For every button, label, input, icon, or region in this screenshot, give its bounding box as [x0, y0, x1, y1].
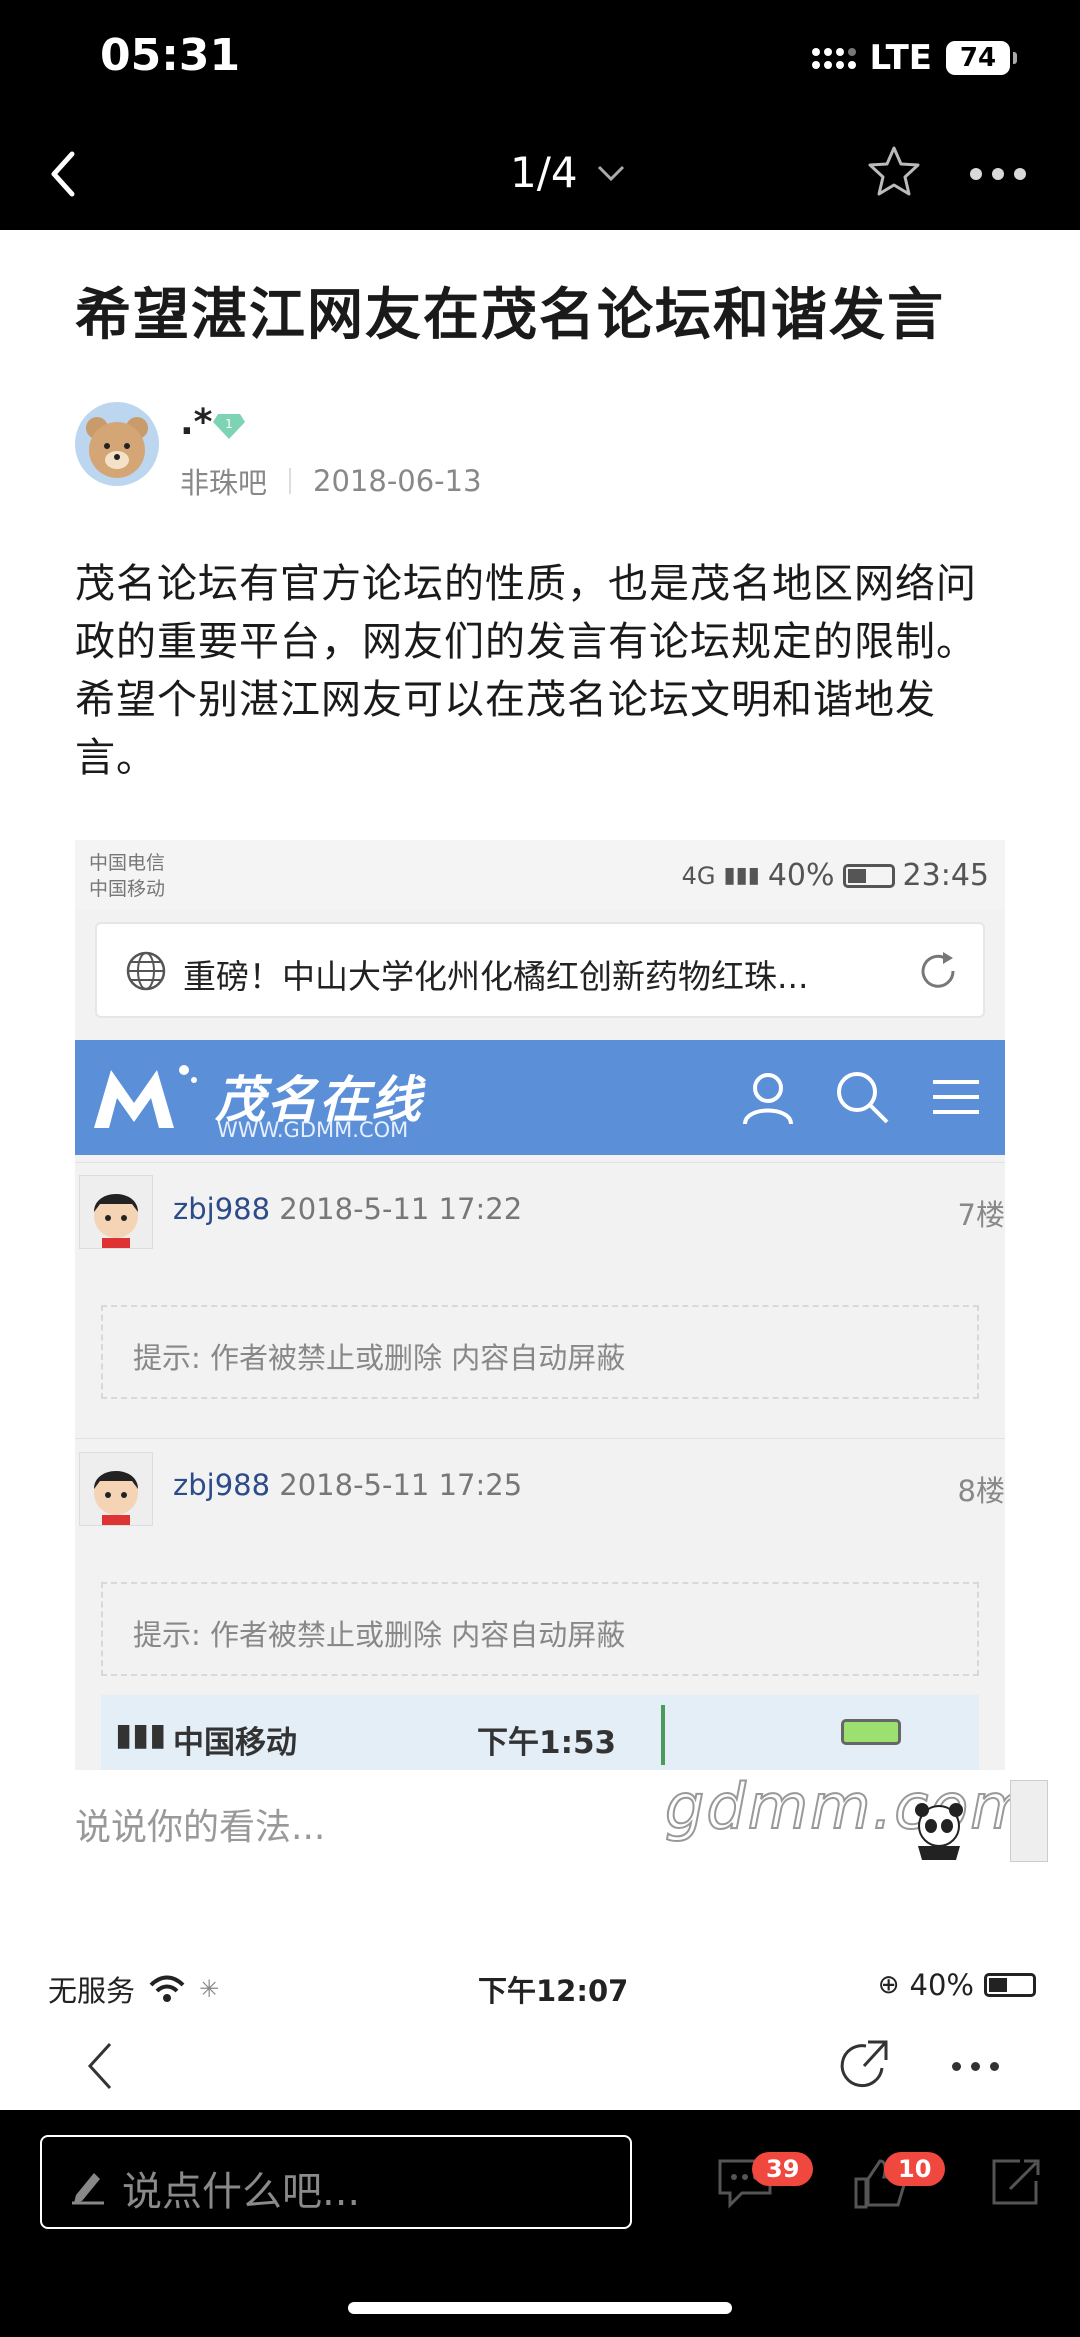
back-arrow-icon[interactable]: [42, 146, 92, 202]
post-floor: 7楼: [957, 1198, 1005, 1232]
avatar[interactable]: [75, 402, 159, 486]
post-divider: [75, 1438, 1005, 1439]
inner-back-icon[interactable]: [80, 2038, 120, 2094]
post-floor: 8楼: [957, 1474, 1005, 1508]
panda-emoji-icon: [915, 1803, 963, 1860]
share-arrow-icon[interactable]: [836, 2038, 892, 2094]
strip-battery-icon: [841, 1719, 901, 1745]
search-icon: [837, 1072, 889, 1124]
inner-nav-bar: [0, 2020, 1080, 2110]
site-logo-icon: [94, 1065, 197, 1128]
battery-icon: 74: [946, 41, 1017, 75]
inner-status-bar: 无服务 ✳ 下午12:07 ⊕ 40%: [0, 1960, 1080, 2020]
embedded-signal-icon: ▮▮▮: [723, 863, 760, 888]
post-user: zbj988 2018-5-11 17:22: [173, 1192, 522, 1226]
embedded-screenshot-image[interactable]: 中国电信 中国移动 4G ▮▮▮ 40% 23:45 重磅！中山大学化州化橘红创…: [75, 840, 1005, 1790]
wifi-icon: [149, 1975, 185, 2002]
embedded-battery-percent: 40%: [767, 858, 835, 893]
post-username: zbj988: [173, 1192, 271, 1226]
comment-count-badge: 39: [752, 2152, 814, 2186]
status-right: LTE 74: [811, 38, 1017, 78]
deleted-notice: 提示: 作者被禁止或删除 内容自动屏蔽: [101, 1582, 979, 1676]
article-content: 希望湛江网友在茂名论坛和谐发言 .* 1 非珠吧 2018-06-13 茂名论坛…: [0, 230, 1080, 2110]
status-bar: 05:31 LTE 74: [0, 0, 1080, 120]
inner-status-right: ⊕ 40%: [878, 1968, 1036, 2002]
user-icon: [743, 1073, 793, 1125]
post-avatar: [79, 1452, 153, 1526]
notice-text: 提示: 作者被禁止或删除 内容自动屏蔽: [133, 1618, 626, 1652]
inner-status-time: 下午12:07: [478, 1974, 629, 2008]
comment-input[interactable]: 说点什么吧...: [40, 2135, 632, 2229]
embedded-url-bar: 重磅！中山大学化州化橘红创新药物红珠...: [95, 922, 985, 1018]
embedded-battery-icon: [842, 863, 895, 888]
strip-time: 下午1:53: [477, 1725, 617, 1761]
menu-icon: [933, 1080, 979, 1114]
thumbnail-image[interactable]: [1010, 1780, 1048, 1862]
comment-prompt-area[interactable]: 说说你的看法... gdmm.com: [0, 1769, 1080, 1890]
page-indicator[interactable]: 1/4: [510, 148, 626, 197]
comment-prompt[interactable]: 说说你的看法...: [75, 1798, 325, 1850]
strip-signal-icon: ▮▮▮: [115, 1717, 167, 1753]
input-placeholder: 说点什么吧...: [122, 2169, 361, 2215]
embedded-site-header: 茂名在线 WWW.GDMM.COM: [75, 1040, 1005, 1155]
post-date: 2018-06-13: [313, 464, 482, 498]
inner-more-icon[interactable]: [952, 2062, 999, 2071]
post-divider: [75, 1162, 1005, 1163]
article-body: 茂名论坛有官方论坛的性质，也是茂名地区网络问政的重要平台，网友们的发言有论坛规定…: [75, 561, 977, 781]
post-user: zbj988 2018-5-11 17:25: [173, 1468, 522, 1502]
embedded-carriers: 中国电信 中国移动: [89, 850, 165, 902]
watermark: gdmm.com: [664, 1769, 1033, 1844]
carrier-2: 中国移动: [89, 878, 166, 900]
forum-name[interactable]: 非珠吧: [180, 460, 267, 502]
service-label: 无服务: [48, 1974, 136, 2008]
network-type: LTE: [869, 38, 932, 78]
embedded-status-right: 4G ▮▮▮ 40% 23:45: [682, 858, 989, 893]
page-indicator-label: 1/4: [510, 148, 578, 197]
globe-icon: [126, 951, 166, 991]
reload-icon: [921, 952, 955, 988]
deleted-notice: 提示: 作者被禁止或删除 内容自动屏蔽: [101, 1305, 979, 1399]
pen-icon: [72, 2173, 104, 2205]
post-time: 2018-5-11 17:25: [279, 1468, 523, 1502]
post-avatar: [79, 1175, 153, 1249]
carrier-1: 中国电信: [89, 852, 166, 874]
status-time: 05:31: [100, 30, 241, 81]
notice-text: 提示: 作者被禁止或删除 内容自动屏蔽: [133, 1341, 626, 1375]
article-title: 希望湛江网友在茂名论坛和谐发言: [75, 283, 945, 348]
rotation-lock-icon: ⊕: [877, 1970, 900, 2000]
post-time: 2018-5-11 17:22: [279, 1192, 523, 1226]
like-count-badge: 10: [884, 2152, 946, 2186]
post-username: zbj988: [173, 1468, 271, 1502]
loading-icon: ✳: [199, 1975, 220, 2003]
more-icon[interactable]: [970, 168, 1026, 180]
star-icon[interactable]: [866, 144, 922, 200]
nav-bar: 1/4: [0, 120, 1080, 230]
signal-icon: [811, 47, 856, 69]
level-badge-icon: 1: [213, 414, 245, 439]
chevron-down-icon: [597, 165, 624, 181]
article-meta: 非珠吧 2018-06-13: [180, 460, 482, 502]
site-header-icons: [739, 1068, 985, 1126]
embedded-second-status-strip: ▮▮▮ 中国移动 下午1:53: [101, 1695, 979, 1775]
author-name[interactable]: .*: [180, 402, 213, 443]
bottom-bar: 说点什么吧... 39 10: [0, 2110, 1080, 2337]
home-indicator[interactable]: [348, 2302, 732, 2314]
embedded-time: 23:45: [902, 858, 989, 893]
inner-battery-percent: 40%: [909, 1968, 974, 2002]
inner-battery-icon: [984, 1973, 1036, 1997]
svg-text:1: 1: [225, 417, 233, 431]
strip-divider: [661, 1705, 665, 1765]
battery-level: 74: [959, 43, 997, 73]
embedded-url-title: 重磅！中山大学化州化橘红创新药物红珠...: [183, 957, 809, 996]
share-icon[interactable]: [990, 2155, 1042, 2207]
site-url: WWW.GDMM.COM: [217, 1118, 409, 1142]
embedded-network: 4G: [681, 861, 716, 890]
strip-carrier: 中国移动: [173, 1725, 297, 1761]
inner-status-left: 无服务 ✳: [48, 1968, 219, 2010]
embedded-status-bar: 中国电信 中国移动 4G ▮▮▮ 40% 23:45: [75, 840, 1005, 910]
